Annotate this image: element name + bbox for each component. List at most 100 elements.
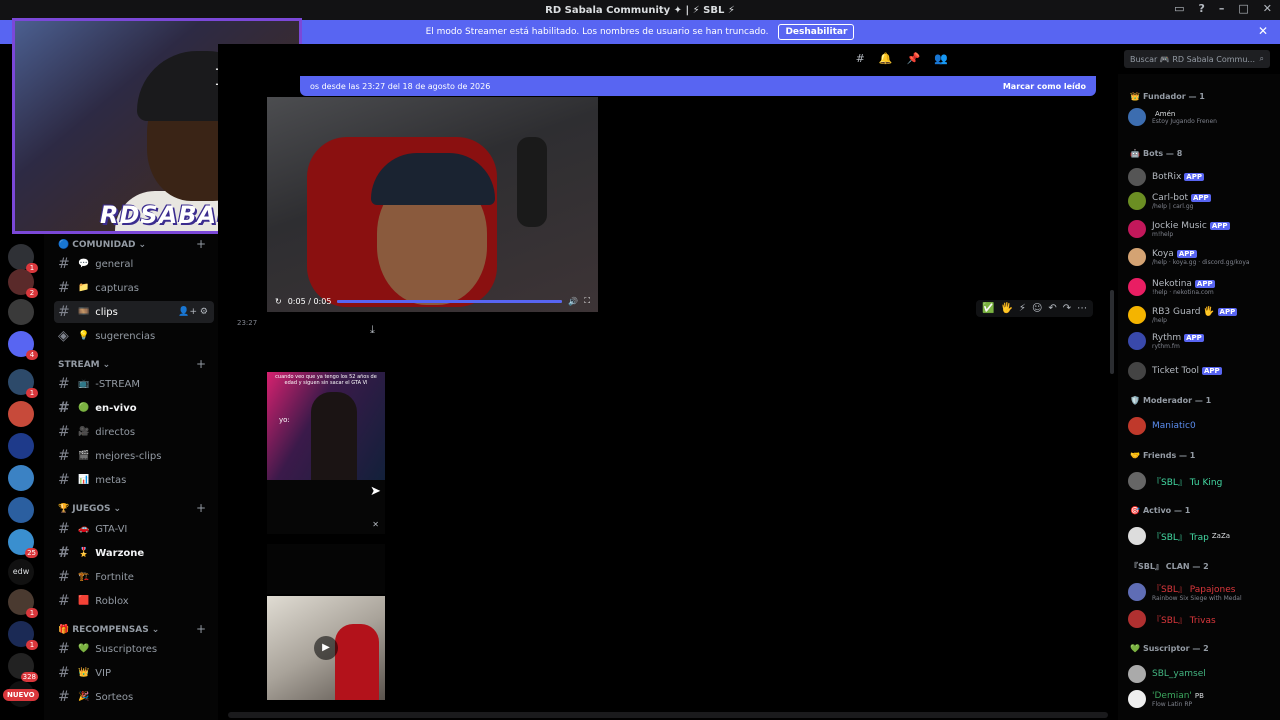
category-label: COMUNIDAD: [72, 240, 136, 250]
video-attachment[interactable]: [267, 97, 598, 312]
member-item[interactable]: SBL_yamsel: [1128, 665, 1278, 683]
forward-icon[interactable]: ↷: [1063, 303, 1071, 314]
channel-en-vivo[interactable]: # 🟢 en-vivo: [54, 397, 214, 419]
channel-gta-vi[interactable]: # 🚗 GTA-VI: [54, 518, 214, 540]
channel-suscriptores[interactable]: # 💚 Suscriptores: [54, 638, 214, 660]
check-reaction-icon[interactable]: ✅: [982, 303, 994, 314]
reply-icon[interactable]: ↶: [1048, 303, 1056, 314]
channel-fortnite[interactable]: # 🏗️ Fortnite: [54, 566, 214, 588]
member-item[interactable]: RB3 Guard 🖐️ APP/help: [1128, 306, 1278, 324]
disable-streamer-button[interactable]: Deshabilitar: [778, 24, 855, 40]
channel-capturas[interactable]: # 📁 capturas: [54, 277, 214, 299]
member-item[interactable]: Koya APP/help · koya.gg · discord.gg/koya: [1128, 248, 1278, 266]
members-icon[interactable]: 👥: [934, 52, 948, 65]
category-recompensas[interactable]: 🎁 RECOMPENSAS ⌄: [58, 625, 159, 635]
member-name: SBL_yamsel: [1152, 669, 1206, 679]
window-controls: ▭ ? – □ ✕: [1174, 2, 1272, 15]
channel-settings-icon[interactable]: 👤+ ⚙: [178, 307, 208, 317]
channel-metas[interactable]: # 📊 metas: [54, 469, 214, 491]
bell-icon[interactable]: 🔔: [879, 52, 893, 65]
member-item[interactable]: 『SBL』 Trap ZaZa: [1128, 527, 1278, 545]
avatar: [1128, 417, 1146, 435]
search-input[interactable]: Buscar 🎮 RD Sabala Commu... ⌕: [1124, 50, 1270, 68]
server-icon[interactable]: 1: [8, 244, 38, 273]
channel-directos[interactable]: # 🎥 directos: [54, 421, 214, 443]
chat-scrollbar[interactable]: [1110, 290, 1114, 374]
member-item[interactable]: 'Demian' PB Flow Latin RP: [1128, 690, 1278, 708]
inbox-icon[interactable]: ▭: [1174, 2, 1184, 15]
server-icon[interactable]: 1: [8, 589, 38, 618]
video-attachment[interactable]: cuando veo que ya tengo los 52 años de e…: [267, 372, 385, 480]
add-channel-icon[interactable]: +: [196, 357, 206, 371]
lightning-reaction-icon[interactable]: ⚡: [1019, 303, 1026, 314]
channel-stream[interactable]: # 📺 -STREAM: [54, 373, 214, 395]
server-icon[interactable]: [8, 299, 34, 325]
channel-sugerencias[interactable]: ◈ 💡 sugerencias: [54, 325, 214, 347]
horizontal-scrollbar[interactable]: [228, 712, 1108, 718]
member-item[interactable]: Jockie Music APP m!help: [1128, 220, 1278, 238]
server-icon[interactable]: 25: [8, 529, 38, 558]
server-icon[interactable]: 1: [8, 369, 38, 398]
server-icon[interactable]: 1: [8, 621, 38, 650]
channel-mejores-clips[interactable]: # 🎬 mejores-clips: [54, 445, 214, 467]
member-item[interactable]: BotRix APP: [1128, 168, 1278, 186]
member-item[interactable]: 『SBL』 Tu King: [1128, 472, 1278, 490]
member-item[interactable]: 『SBL』 Trivas: [1128, 610, 1278, 628]
avatar: [1128, 362, 1146, 380]
channel-emoji: 👑: [78, 668, 90, 678]
server-icon[interactable]: [8, 497, 34, 523]
member-item[interactable]: Maniatic0: [1128, 417, 1278, 435]
channel-sorteos[interactable]: # 🎉 Sorteos: [54, 686, 214, 708]
channel-clips[interactable]: # 🎞️ clips 👤+ ⚙: [54, 301, 214, 323]
more-icon[interactable]: ⋯: [1077, 303, 1087, 314]
mark-as-read-button[interactable]: Marcar como leído: [1003, 82, 1086, 91]
new-messages-bar[interactable]: os desde las 23:27 del 18 de agosto de 2…: [300, 76, 1096, 96]
member-text: Jockie Music APP m!help: [1152, 221, 1230, 238]
member-item[interactable]: 『SBL』 Papajones Rainbow Six Siege with Me…: [1128, 582, 1278, 602]
video-progress-bar[interactable]: [337, 299, 563, 303]
member-item[interactable]: Amén Estoy Jugando Frenen: [1128, 108, 1278, 126]
member-item[interactable]: Ticket Tool APP: [1128, 362, 1278, 380]
server-icon[interactable]: [8, 401, 34, 427]
server-icon-active[interactable]: 4: [8, 331, 38, 360]
server-icon[interactable]: [8, 433, 34, 459]
hand-reaction-icon[interactable]: 🖐: [1000, 303, 1012, 314]
volume-icon[interactable]: 🔊: [568, 297, 578, 306]
maximize-button[interactable]: □: [1238, 2, 1248, 15]
server-icon[interactable]: 328: [8, 653, 38, 682]
channel-emoji: 📁: [78, 283, 90, 293]
close-button[interactable]: ✕: [1263, 2, 1272, 15]
download-icon[interactable]: ⤓: [370, 323, 375, 337]
channel-general[interactable]: # 💬 general: [54, 253, 214, 275]
add-channel-icon[interactable]: +: [196, 237, 206, 251]
member-item[interactable]: Nekotina APP !help · nekotina.com: [1128, 278, 1278, 296]
fullscreen-icon[interactable]: ⛶: [584, 296, 590, 306]
close-icon[interactable]: ✕: [1258, 24, 1268, 38]
server-icon[interactable]: [8, 465, 34, 491]
add-reaction-icon[interactable]: ☺: [1032, 303, 1042, 314]
member-item[interactable]: Carl-bot APP/help | carl.gg: [1128, 192, 1278, 210]
server-icon[interactable]: 2: [8, 269, 38, 298]
server-icon[interactable]: edw: [8, 559, 34, 585]
pin-icon[interactable]: 📌: [907, 52, 921, 65]
add-channel-icon[interactable]: +: [196, 501, 206, 515]
channel-roblox[interactable]: # 🟥 Roblox: [54, 590, 214, 612]
add-channel-icon[interactable]: +: [196, 622, 206, 636]
video-attachment[interactable]: ▶: [267, 596, 385, 700]
member-item[interactable]: Rythm APP rythm.fm: [1128, 332, 1278, 350]
threads-icon[interactable]: #: [856, 52, 865, 65]
channel-emoji: 🎬: [78, 451, 90, 461]
category-stream[interactable]: STREAM ⌄: [58, 360, 110, 370]
video-controls: ↻ 0:05 / 0:05 🔊 ⛶: [267, 290, 598, 312]
minimize-button[interactable]: –: [1219, 2, 1225, 15]
help-icon[interactable]: ?: [1198, 2, 1204, 15]
category-juegos[interactable]: 🏆 JUEGOS ⌄: [58, 504, 121, 514]
mute-icon[interactable]: ✕: [372, 520, 379, 529]
play-icon[interactable]: ▶: [314, 636, 338, 660]
member-status: m!help: [1152, 230, 1174, 238]
channel-warzone[interactable]: # 🎖️ Warzone: [54, 542, 214, 564]
channel-emoji: 🎞️: [78, 307, 90, 317]
channel-vip[interactable]: # 👑 VIP: [54, 662, 214, 684]
category-comunidad[interactable]: 🔵 COMUNIDAD ⌄: [58, 240, 146, 250]
replay-icon[interactable]: ↻: [275, 297, 282, 306]
